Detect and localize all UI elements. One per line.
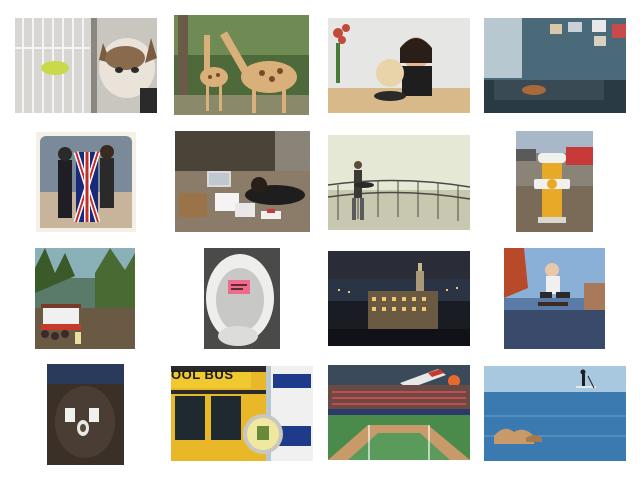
bus-sign-text: OOL BUS: [171, 367, 234, 382]
paddleboard-image: [484, 366, 626, 461]
photo-trolley-in-forest[interactable]: [35, 248, 135, 349]
bedroom-image: [484, 18, 626, 113]
photo-couple-with-flag[interactable]: [36, 132, 136, 232]
laptop-floor-image: [175, 131, 310, 232]
photo-skateboard-jump[interactable]: [504, 248, 605, 349]
toilet-note-image: [204, 248, 280, 349]
photo-toilet-with-note[interactable]: [204, 248, 280, 349]
trolley-image: [35, 248, 135, 349]
giraffes-image: [174, 15, 309, 115]
photo-woman-on-floor-with-laptop[interactable]: [175, 131, 310, 232]
photo-school-bus[interactable]: OOL BUS: [171, 366, 313, 461]
photo-fire-hydrant[interactable]: [516, 131, 593, 232]
woman-dog-image: [328, 18, 470, 113]
baseball-stadium-image: [328, 365, 470, 460]
photo-toilet-pad-on-floor[interactable]: [47, 364, 124, 465]
couple-flag-image: [36, 132, 136, 232]
skateboard-jump-image: [504, 248, 605, 349]
skateboarder-image: [328, 135, 470, 230]
photo-bedroom-with-guitar[interactable]: [484, 18, 626, 113]
photo-skateboarder-by-railing[interactable]: [328, 135, 470, 230]
photo-baseball-stadium[interactable]: [328, 365, 470, 460]
photo-kitten-and-bird-cage[interactable]: [15, 18, 157, 113]
kitten-image: [15, 18, 157, 113]
photo-woman-with-dog[interactable]: [328, 18, 470, 113]
photo-giraffes[interactable]: [174, 15, 309, 115]
fire-hydrant-image: [516, 131, 593, 232]
photo-paddleboarder-on-water[interactable]: [484, 366, 626, 461]
photo-city-night-skyline[interactable]: [328, 251, 470, 346]
city-night-image: [328, 251, 470, 346]
squat-toilet-image: [47, 364, 124, 465]
